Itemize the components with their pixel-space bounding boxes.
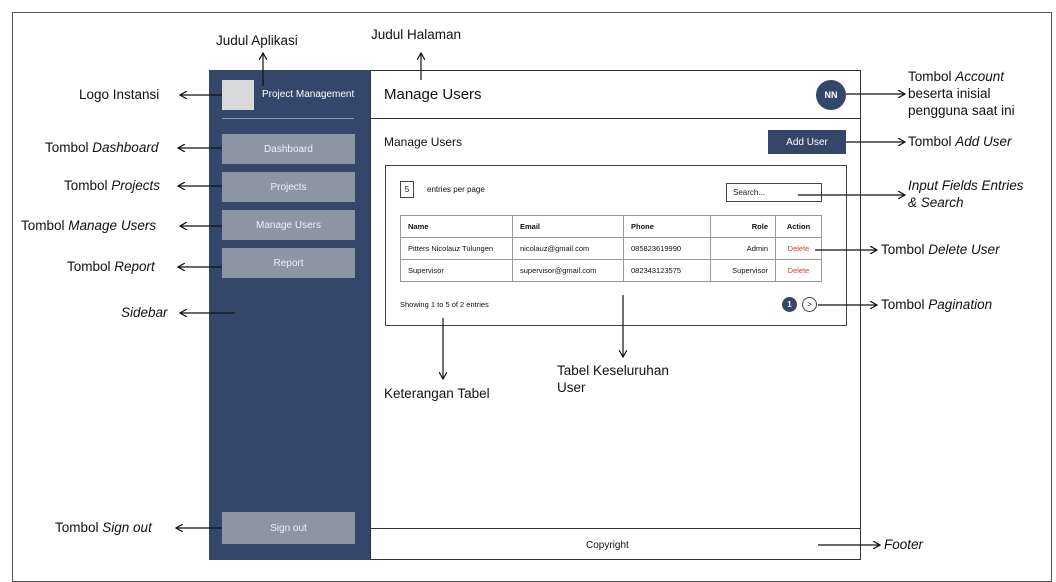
label-tombol-pagination: Tombol Pagination [881, 297, 993, 312]
table-row: Supervisor supervisor@gmail.com 08234312… [400, 259, 822, 282]
sidebar-item-report[interactable]: Report [222, 248, 355, 278]
label-judul-aplikasi: Judul Aplikasi [216, 33, 298, 48]
cell-phone: 082343123575 [623, 259, 711, 282]
cell-role: Admin [710, 237, 776, 260]
column-header-name: Name [400, 215, 513, 238]
cell-name: Supervisor [400, 259, 513, 282]
table-header-row: Name Email Phone Role Action [400, 215, 822, 238]
institution-logo [222, 80, 254, 110]
column-header-action: Action [775, 215, 822, 238]
section-title: Manage Users [384, 135, 463, 149]
label-tombol-add-user: Tombol Add User [908, 134, 1012, 149]
search-input[interactable]: Search... [726, 183, 822, 202]
cell-role: Supervisor [710, 259, 776, 282]
cell-email: nicolauz@gmail.com [512, 237, 624, 260]
label-footer: Footer [884, 537, 924, 552]
sign-out-button[interactable]: Sign out [222, 512, 355, 544]
add-user-button[interactable]: Add User [768, 130, 846, 154]
column-header-phone: Phone [623, 215, 711, 238]
sidebar-item-manage-users[interactable]: Manage Users [222, 210, 355, 240]
label-keterangan-tabel: Keterangan Tabel [384, 386, 490, 401]
label-sidebar: Sidebar [121, 305, 168, 320]
pagination-next-button[interactable]: > [802, 297, 817, 312]
label-tombol-dashboard: Tombol Dashboard [45, 140, 159, 155]
footer-divider [370, 528, 861, 529]
label-input-fields: Input Fields Entries [908, 178, 1024, 193]
table-info-text: Showing 1 to 5 of 2 entries [400, 300, 489, 309]
sidebar-divider [222, 118, 354, 119]
cell-phone: 085823619990 [623, 237, 711, 260]
label-tombol-delete-user: Tombol Delete User [881, 242, 1000, 257]
delete-user-button[interactable]: Delete [775, 259, 822, 282]
sidebar-item-dashboard[interactable]: Dashboard [222, 134, 355, 164]
label-judul-halaman: Judul Halaman [371, 27, 462, 42]
delete-user-button[interactable]: Delete [775, 237, 822, 260]
entries-label: entries per page [427, 185, 485, 194]
header-divider [370, 118, 861, 119]
label-tombol-account-line3: pengguna saat ini [908, 103, 1015, 118]
cell-name: Pitters Nicolauz Tulungen [400, 237, 513, 260]
table-row: Pitters Nicolauz Tulungen nicolauz@gmail… [400, 237, 822, 260]
label-input-fields-line2: & Search [908, 195, 964, 210]
column-header-email: Email [512, 215, 624, 238]
entries-per-page-input[interactable]: 5 [400, 181, 414, 198]
footer-text: Copyright [586, 540, 629, 551]
label-logo-instansi: Logo Instansi [79, 87, 160, 102]
column-header-role: Role [710, 215, 776, 238]
app-title: Project Management [262, 89, 355, 100]
label-tombol-account: Tombol Account [908, 69, 1005, 84]
pagination-page-1[interactable]: 1 [782, 297, 797, 312]
account-button[interactable]: NN [816, 80, 846, 110]
label-tombol-sign-out: Tombol Sign out [55, 520, 152, 535]
label-tombol-manage-users: Tombol Manage Users [21, 218, 157, 233]
page-title: Manage Users [384, 86, 482, 103]
label-tabel-keseluruhan-line2: User [557, 380, 586, 395]
label-tombol-account-line2: beserta inisial [908, 86, 991, 101]
label-tabel-keseluruhan: Tabel Keseluruhan [557, 363, 669, 378]
cell-email: supervisor@gmail.com [512, 259, 624, 282]
users-table: Name Email Phone Role Action Pitters Nic… [400, 215, 822, 282]
sidebar-item-projects[interactable]: Projects [222, 172, 355, 202]
label-tombol-report: Tombol Report [67, 259, 155, 274]
label-tombol-projects: Tombol Projects [64, 178, 161, 193]
